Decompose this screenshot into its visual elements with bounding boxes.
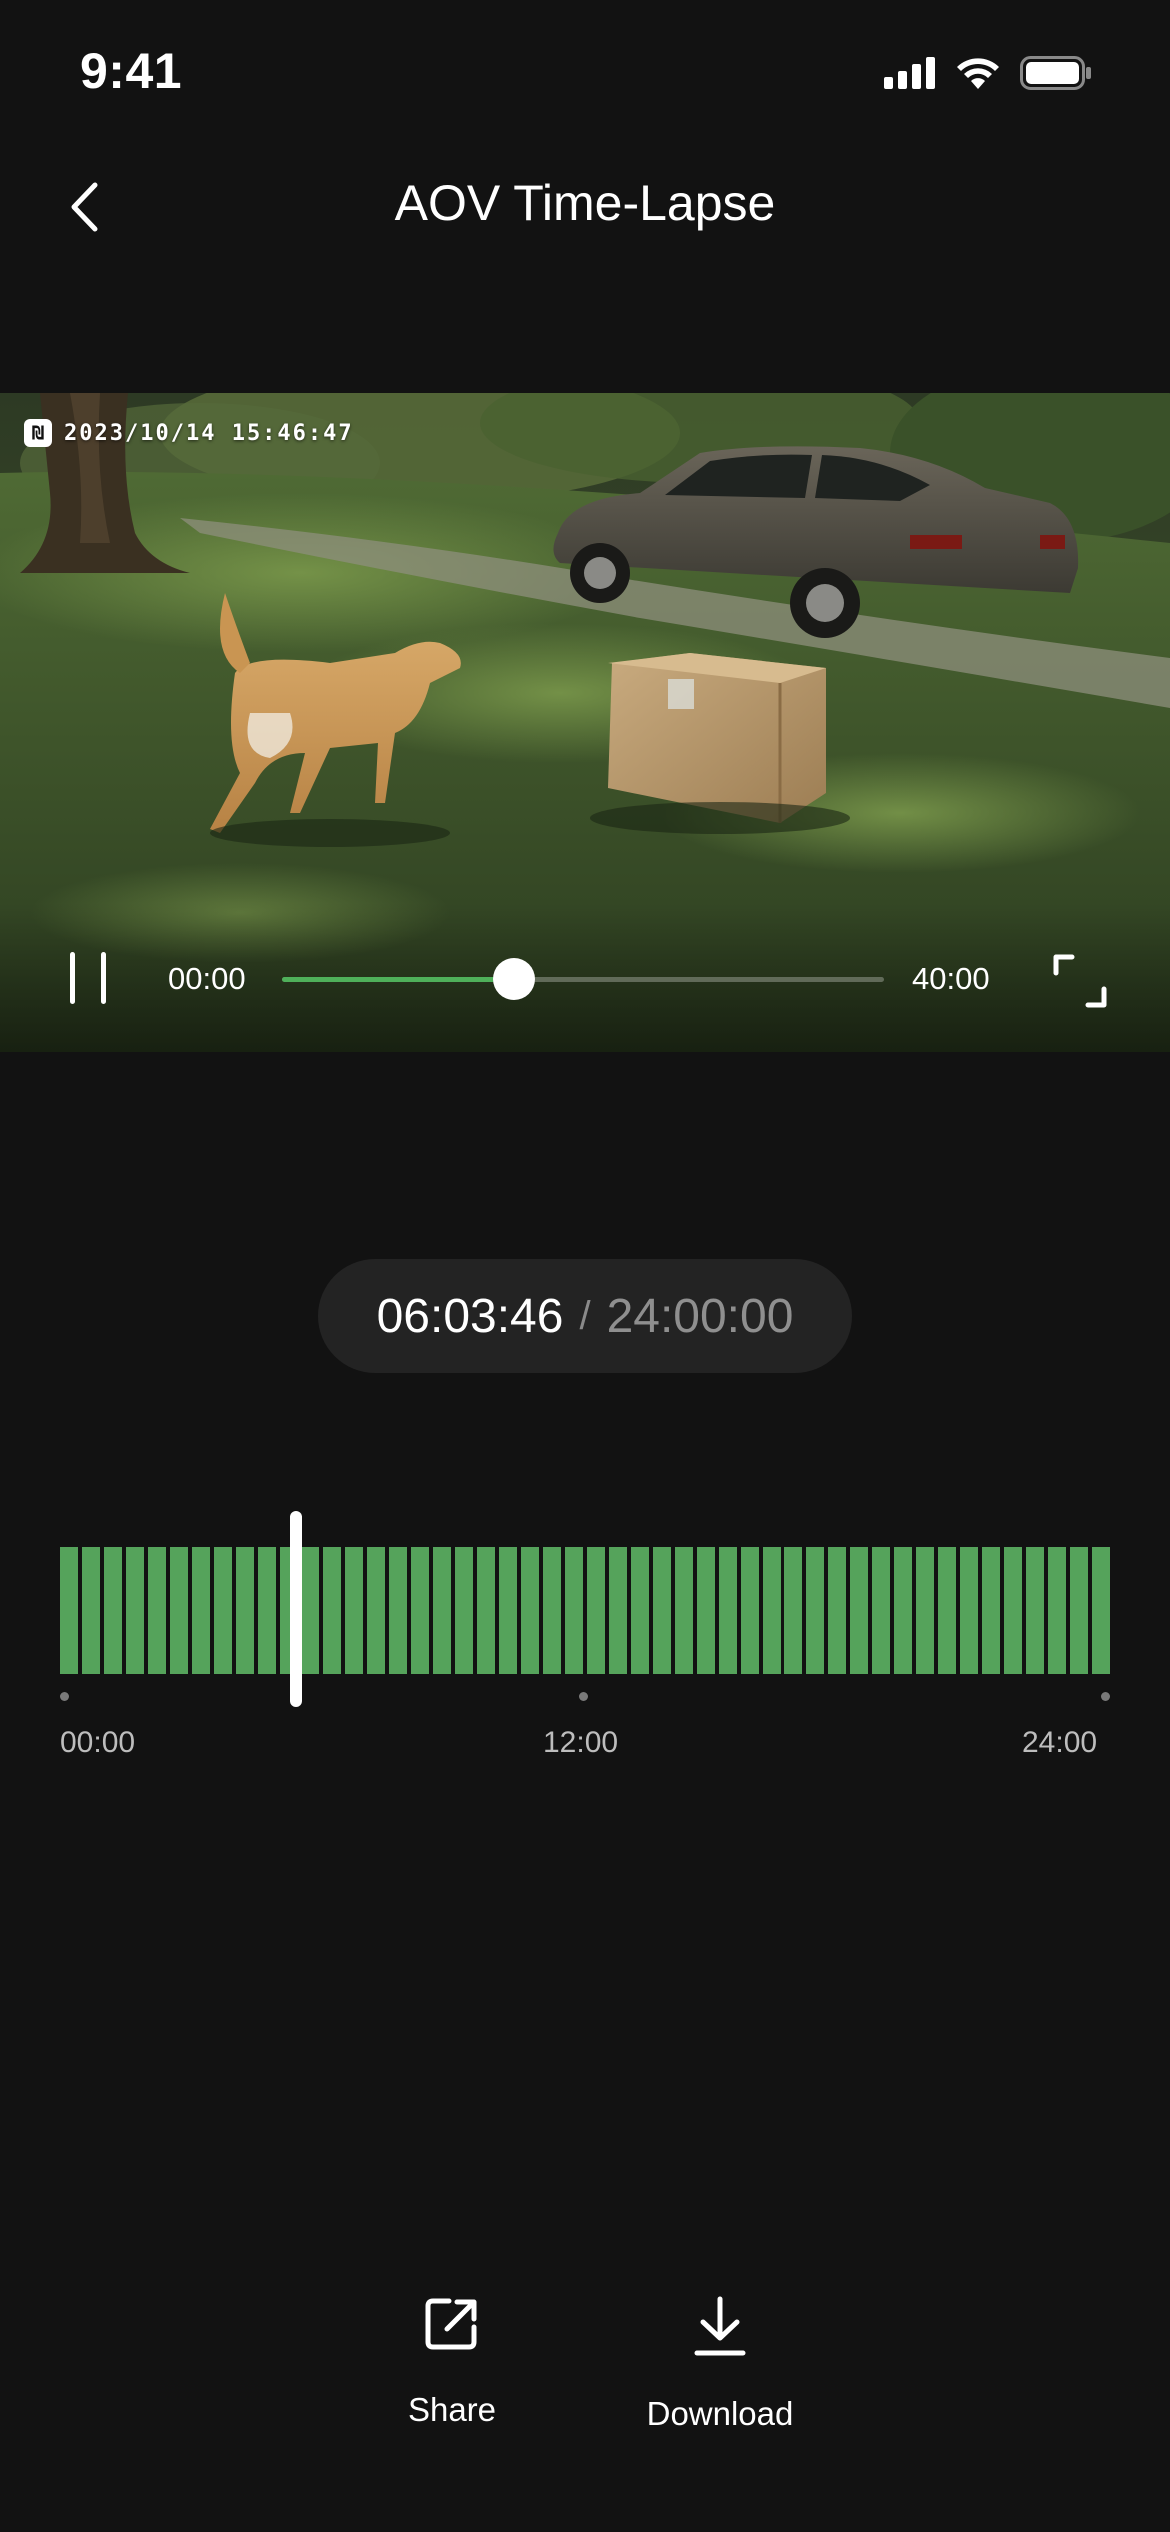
fullscreen-icon	[1053, 954, 1107, 1008]
timeline-label-start: 00:00	[60, 1726, 136, 1759]
timeline-tick-start	[60, 1692, 69, 1701]
timeline-bar	[740, 1547, 759, 1674]
timeline-bar	[433, 1547, 452, 1674]
timeline-label-mid: 12:00	[543, 1726, 619, 1759]
timeline-bar	[213, 1547, 232, 1674]
timeline-bar	[916, 1547, 935, 1674]
timeline-bar	[674, 1547, 693, 1674]
video-player[interactable]: ₪ 2023/10/14 15:46:47 00:00 40:00	[0, 393, 1170, 1052]
timeline-bar	[762, 1547, 781, 1674]
fullscreen-button[interactable]	[1052, 953, 1108, 1009]
timeline-bar	[850, 1547, 869, 1674]
share-label: Share	[407, 2391, 497, 2428]
timeline-track[interactable]	[60, 1547, 1110, 1674]
timeline-bar	[828, 1547, 847, 1674]
video-progress-slider[interactable]	[282, 958, 884, 1000]
download-icon	[694, 2296, 746, 2356]
playback-separator: /	[579, 1293, 591, 1338]
timeline-bar	[586, 1547, 605, 1674]
timeline-bar	[542, 1547, 561, 1674]
timeline-bar	[411, 1547, 430, 1674]
status-icons	[884, 56, 1092, 90]
timeline-bar	[1047, 1547, 1066, 1674]
timeline-bar	[938, 1547, 957, 1674]
timeline-bar	[1003, 1547, 1022, 1674]
video-total-time: 40:00	[912, 961, 990, 996]
progress-thumb[interactable]	[492, 958, 535, 1000]
timeline-tick-mid	[579, 1692, 588, 1701]
timeline-bar	[872, 1547, 891, 1674]
timeline-bar	[784, 1547, 803, 1674]
timeline-bar	[455, 1547, 474, 1674]
share-button[interactable]: Share	[342, 2295, 562, 2429]
battery-icon	[1020, 56, 1091, 90]
timeline-bar	[652, 1547, 671, 1674]
timeline-bar	[982, 1547, 1001, 1674]
timeline-bar	[345, 1547, 364, 1674]
timeline-bar	[147, 1547, 166, 1674]
timeline-bar	[125, 1547, 144, 1674]
timeline-bar	[960, 1547, 979, 1674]
status-time: 9:41	[80, 43, 183, 99]
timeline-bar	[257, 1547, 276, 1674]
timeline-bar	[806, 1547, 825, 1674]
wifi-icon	[957, 58, 999, 89]
timeline-tick-end	[1101, 1692, 1110, 1701]
timeline-bar	[191, 1547, 210, 1674]
timeline-label-end: 24:00	[1022, 1726, 1098, 1759]
timeline-bar	[608, 1547, 627, 1674]
timeline-bar	[81, 1547, 100, 1674]
timestamp-text: 2023/10/14 15:46:47	[64, 420, 354, 446]
page-title: AOV Time-Lapse	[394, 175, 776, 231]
progress-fill	[282, 977, 514, 982]
pause-button[interactable]	[64, 946, 112, 1010]
timeline-playhead[interactable]	[290, 1511, 303, 1707]
timeline-bar	[103, 1547, 122, 1674]
timeline-bar	[323, 1547, 342, 1674]
playback-total-time: 24:00:00	[606, 1289, 794, 1343]
timeline-bar	[521, 1547, 540, 1674]
timeline-bar	[894, 1547, 913, 1674]
video-current-time: 00:00	[168, 961, 246, 996]
timeline-bar	[1069, 1547, 1088, 1674]
timeline-bar	[718, 1547, 737, 1674]
timeline-bar	[477, 1547, 496, 1674]
camera-brand-icon: ₪	[24, 419, 52, 447]
playback-current-time: 06:03:46	[376, 1289, 564, 1343]
pause-icon	[70, 952, 75, 1004]
timeline-bar	[169, 1547, 188, 1674]
download-button[interactable]: Download	[610, 2295, 830, 2433]
video-timestamp: ₪ 2023/10/14 15:46:47	[24, 419, 354, 447]
timeline-bar	[301, 1547, 320, 1674]
timeline-bar	[235, 1547, 254, 1674]
timeline-bar	[60, 1547, 78, 1674]
timeline-bar	[630, 1547, 649, 1674]
timeline-bar	[499, 1547, 518, 1674]
timeline-bar	[367, 1547, 386, 1674]
signal-icon	[884, 57, 935, 89]
share-icon	[425, 2298, 477, 2350]
timeline-bar	[564, 1547, 583, 1674]
timeline-bar	[1025, 1547, 1044, 1674]
playback-time-pill: 06:03:46 / 24:00:00	[318, 1259, 852, 1373]
timeline-bar	[1091, 1547, 1110, 1674]
timeline-bar	[696, 1547, 715, 1674]
download-label: Download	[646, 2395, 794, 2432]
timeline-bar	[389, 1547, 408, 1674]
timeline-bars	[60, 1547, 1110, 1674]
